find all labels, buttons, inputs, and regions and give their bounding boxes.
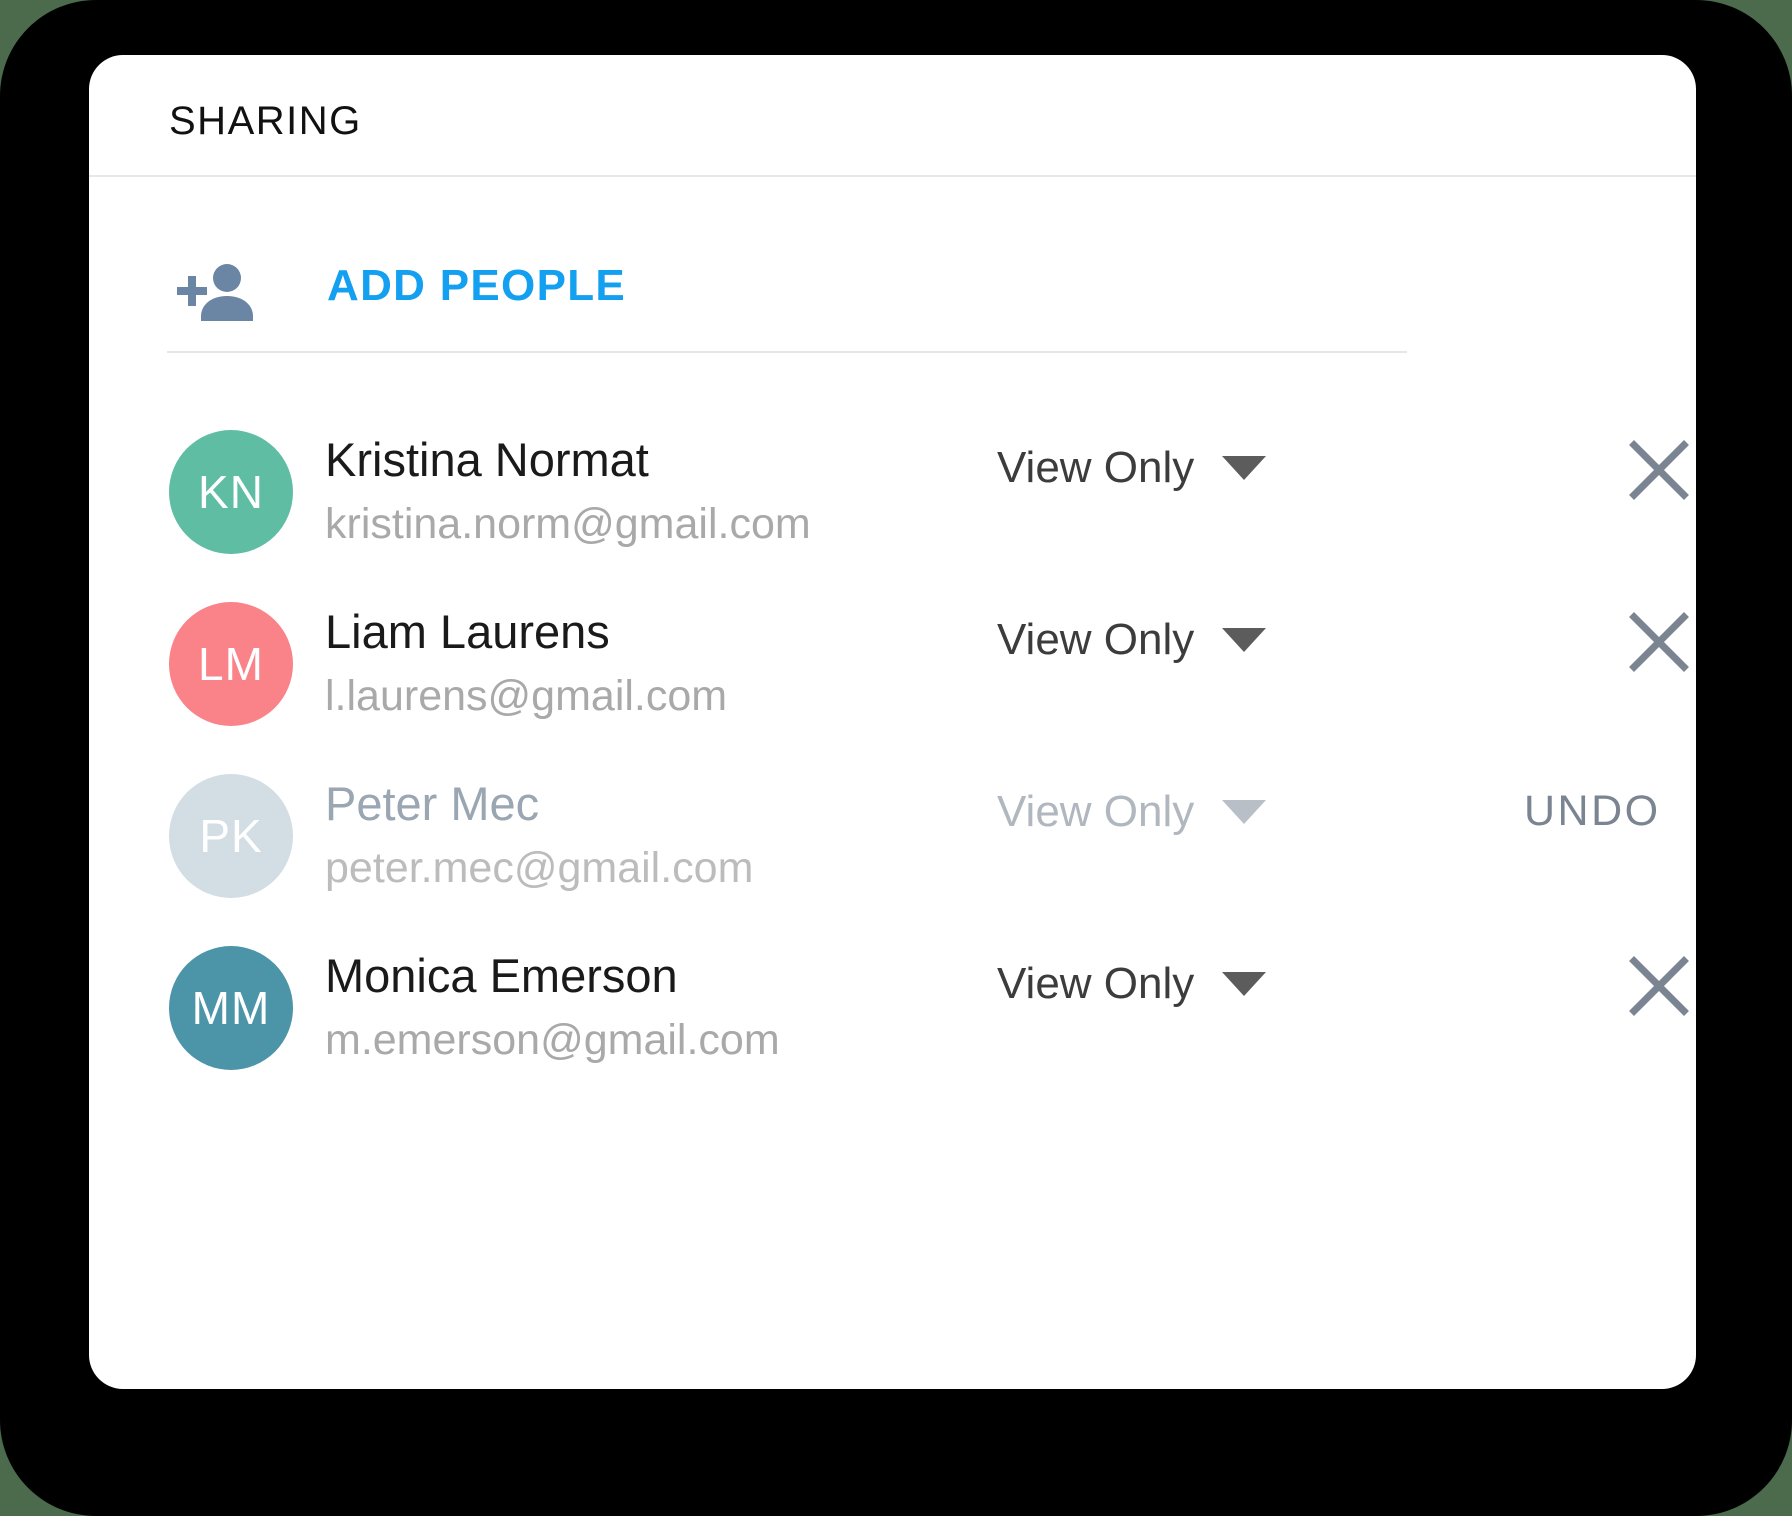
person-name: Kristina Normat: [325, 433, 649, 486]
permission-label: View Only: [997, 443, 1195, 492]
page-title: SHARING: [169, 99, 362, 143]
person-name: Liam Laurens: [325, 605, 610, 658]
chevron-down-icon: [1222, 456, 1267, 480]
person-info: Liam Laurens l.laurens@gmail.com: [325, 599, 985, 727]
person-info: Monica Emerson m.emerson@gmail.com: [325, 943, 985, 1071]
avatar-initials: KN: [198, 466, 264, 518]
person-email: peter.mec@gmail.com: [325, 844, 754, 892]
section-divider: [167, 351, 1407, 353]
person-info: Peter Mec peter.mec@gmail.com: [325, 771, 985, 899]
person-row: KN Kristina Normat kristina.norm@gmail.c…: [89, 407, 1696, 579]
person-row: PK Peter Mec peter.mec@gmail.com View On…: [89, 751, 1696, 923]
permission-dropdown[interactable]: View Only: [997, 959, 1267, 1009]
add-people-button[interactable]: ADD PEOPLE: [89, 177, 1696, 407]
chevron-down-icon: [1222, 628, 1267, 652]
person-row: LM Liam Laurens l.laurens@gmail.com View…: [89, 579, 1696, 751]
sharing-card: SHARING ADD PEOPLE KN Kristina Normat kr…: [89, 55, 1696, 1389]
permission-label: View Only: [997, 787, 1195, 836]
close-icon: [1629, 440, 1689, 500]
chevron-down-icon: [1222, 800, 1267, 824]
close-icon: [1629, 612, 1689, 672]
person-info: Kristina Normat kristina.norm@gmail.com: [325, 427, 985, 555]
person-email: kristina.norm@gmail.com: [325, 500, 811, 548]
permission-dropdown[interactable]: View Only: [997, 787, 1267, 837]
person-email: m.emerson@gmail.com: [325, 1016, 780, 1064]
card-header: SHARING: [89, 55, 1696, 177]
permission-label: View Only: [997, 615, 1195, 664]
avatar: KN: [169, 430, 293, 554]
add-people-label: ADD PEOPLE: [327, 261, 627, 310]
remove-person-button[interactable]: [1628, 611, 1690, 673]
avatar: MM: [169, 946, 293, 1070]
device-bezel: SHARING ADD PEOPLE KN Kristina Normat kr…: [0, 0, 1792, 1516]
avatar-initials: PK: [199, 810, 263, 862]
permission-label: View Only: [997, 959, 1195, 1008]
undo-button[interactable]: UNDO: [1524, 787, 1661, 836]
remove-person-button[interactable]: [1628, 439, 1690, 501]
avatar-initials: LM: [198, 638, 264, 690]
avatar: PK: [169, 774, 293, 898]
person-name: Peter Mec: [325, 777, 540, 830]
people-list: KN Kristina Normat kristina.norm@gmail.c…: [89, 407, 1696, 1095]
permission-dropdown[interactable]: View Only: [997, 443, 1267, 493]
person-name: Monica Emerson: [325, 949, 678, 1002]
avatar-initials: MM: [191, 982, 271, 1034]
person-row: MM Monica Emerson m.emerson@gmail.com Vi…: [89, 923, 1696, 1095]
avatar: LM: [169, 602, 293, 726]
person-add-icon: [177, 263, 257, 325]
remove-person-button[interactable]: [1628, 955, 1690, 1017]
chevron-down-icon: [1222, 972, 1267, 996]
close-icon: [1629, 956, 1689, 1016]
person-email: l.laurens@gmail.com: [325, 672, 728, 720]
permission-dropdown[interactable]: View Only: [997, 615, 1267, 665]
